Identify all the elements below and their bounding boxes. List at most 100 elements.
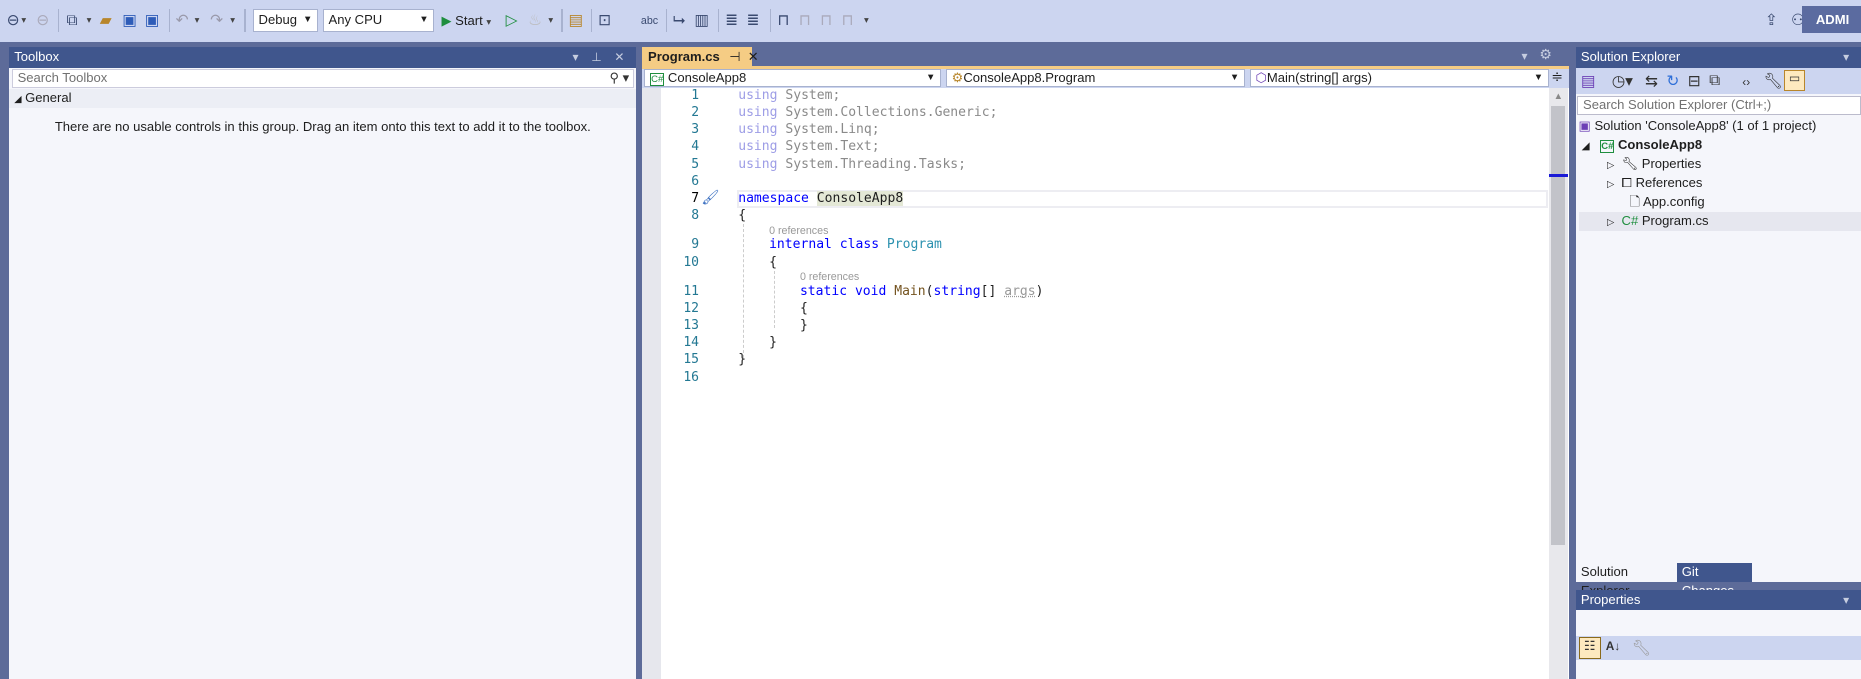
- gear-icon[interactable]: ⚙: [1539, 47, 1552, 63]
- comment-icon[interactable]: ≣: [725, 11, 738, 31]
- breakpoints-icon[interactable]: ▥: [694, 11, 709, 31]
- sync-icon[interactable]: ⇆: [1645, 72, 1658, 91]
- code-token: void: [854, 283, 887, 299]
- expanded-icon[interactable]: ◢: [1582, 141, 1589, 152]
- open-icon[interactable]: ▰: [100, 11, 112, 31]
- new-project-icon[interactable]: ⧉: [66, 11, 77, 31]
- code-line: using System.Threading.Tasks;: [738, 157, 966, 174]
- refresh-icon[interactable]: ↻: [1666, 72, 1679, 91]
- redo-icon[interactable]: ↷: [210, 11, 223, 31]
- line-number: 7: [691, 191, 700, 207]
- tab-program-cs[interactable]: Program.cs ⊣ ✕: [642, 47, 759, 68]
- scroll-up-icon[interactable]: ▲: [1549, 88, 1568, 102]
- play-icon: ▶: [441, 12, 452, 28]
- toolbox-empty-message: There are no usable controls in this gro…: [54, 118, 591, 134]
- code-token: using: [738, 156, 778, 172]
- account-button[interactable]: ADMI: [1801, 5, 1861, 34]
- collapsed-icon[interactable]: ▷: [1607, 217, 1614, 228]
- platform-select[interactable]: Any CPU ▼: [322, 9, 435, 33]
- method-icon: ⬡: [1255, 69, 1267, 85]
- search-icon[interactable]: ⚲ ▾: [610, 70, 630, 87]
- categorized-icon[interactable]: ☷: [1578, 637, 1602, 659]
- code-token: System.Collections.Generic;: [777, 105, 998, 121]
- configuration-select[interactable]: Debug ▼: [252, 9, 319, 33]
- history-icon[interactable]: ◷▾: [1612, 72, 1633, 91]
- tree-label: App.config: [1642, 194, 1705, 210]
- collapse-all-icon[interactable]: ⊟: [1688, 72, 1701, 91]
- wrench-icon[interactable]: 🔧︎: [1764, 72, 1784, 91]
- type-dropdown[interactable]: ⚙ConsoleApp8.Program ▼: [945, 68, 1245, 87]
- split-icon[interactable]: ≑: [1551, 69, 1563, 85]
- back-dropdown[interactable]: ▾: [21, 11, 26, 31]
- window-layout-icon[interactable]: ⊡: [598, 11, 611, 31]
- close-icon[interactable]: ✕: [748, 49, 759, 64]
- save-icon[interactable]: ▣: [122, 11, 137, 31]
- collapsed-icon[interactable]: ▷: [1607, 160, 1614, 171]
- hot-reload-icon[interactable]: ♨: [528, 11, 542, 31]
- tab-git-changes[interactable]: Git Changes: [1677, 562, 1752, 598]
- csharp-file-icon: C#: [1621, 213, 1639, 229]
- preview-icon[interactable]: ▭: [1783, 70, 1806, 92]
- bookmark-icon[interactable]: ⊓: [777, 11, 789, 31]
- find-in-files-icon[interactable]: ▤: [569, 11, 584, 31]
- prev-bookmark-icon[interactable]: ⊓: [799, 11, 811, 31]
- solution-search-input[interactable]: Search Solution Explorer (Ctrl+;): [1577, 96, 1861, 116]
- undo-icon[interactable]: ↶: [176, 11, 189, 31]
- share-icon[interactable]: ⇪: [1765, 11, 1778, 31]
- code-token: }: [769, 335, 777, 351]
- code-icon[interactable]: ‹›: [1742, 75, 1750, 89]
- member-dropdown[interactable]: ⬡Main(string[] args) ▼: [1249, 68, 1549, 87]
- toolbox-group-general[interactable]: ◢ General: [9, 88, 637, 108]
- tree-item-app-config[interactable]: 🗋︎ App.config: [1579, 193, 1861, 212]
- panel-controls[interactable]: ▾: [1843, 590, 1854, 610]
- code-token: []: [980, 283, 1005, 299]
- pin-icon[interactable]: ⊣: [729, 49, 740, 64]
- tree-item-properties[interactable]: ▷ 🔧︎ Properties: [1579, 155, 1861, 174]
- panel-controls[interactable]: ▾: [1843, 47, 1854, 67]
- tab-dropdown-icon[interactable]: ▾: [1522, 49, 1528, 63]
- show-all-files-icon[interactable]: ⧉: [1709, 72, 1720, 90]
- tab-solution-explorer[interactable]: Solution Explorer: [1576, 562, 1676, 598]
- references-icon: ⧠: [1621, 175, 1632, 191]
- code-token: using: [738, 122, 778, 138]
- project-value: ConsoleApp8: [667, 69, 747, 85]
- tree-label: ConsoleApp8: [1617, 137, 1703, 153]
- line-number: 16: [683, 369, 700, 385]
- switch-views-icon[interactable]: ▤: [1581, 72, 1596, 91]
- code-token: }: [799, 318, 808, 334]
- code-editor[interactable]: ▲: [642, 87, 1570, 679]
- property-pages-icon[interactable]: 🔧︎: [1632, 639, 1652, 658]
- spell-check-icon[interactable]: abc: [641, 11, 658, 31]
- forward-icon[interactable]: ⊖: [34, 11, 51, 31]
- step-icon[interactable]: ⮡: [673, 11, 685, 31]
- wrench-icon: 🔧︎: [1621, 156, 1639, 172]
- panel-controls[interactable]: ▾ ⊥ ✕: [572, 47, 629, 67]
- uncomment-icon[interactable]: ≣: [747, 11, 760, 31]
- scrollbar-thumb[interactable]: [1551, 105, 1566, 546]
- tree-label: Program.cs: [1641, 213, 1709, 229]
- start-button[interactable]: ▶ Start ▾: [442, 11, 492, 31]
- class-icon: ⚙: [951, 69, 964, 85]
- line-number: 1: [691, 87, 700, 103]
- toolbar-overflow[interactable]: ▾: [864, 11, 869, 31]
- code-token: System.Linq;: [777, 122, 880, 138]
- tree-item-references[interactable]: ▷ ⧠ References: [1579, 174, 1861, 193]
- start-without-debugging-icon[interactable]: ▷: [506, 11, 518, 31]
- next-bookmark-icon[interactable]: ⊓: [820, 11, 832, 31]
- alphabetical-icon[interactable]: A↓: [1606, 639, 1621, 653]
- toolbox-search-input[interactable]: Search Toolbox ⚲ ▾: [11, 68, 634, 88]
- tree-item-solution[interactable]: ▣ Solution 'ConsoleApp8' (1 of 1 project…: [1579, 117, 1861, 136]
- clear-bookmarks-icon[interactable]: ⊓: [841, 11, 853, 31]
- quick-actions-icon[interactable]: 🖌︎: [701, 190, 719, 206]
- solution-icon: ▣: [1578, 118, 1591, 134]
- tree-item-project[interactable]: ◢ C# ConsoleApp8: [1579, 136, 1861, 155]
- save-all-icon[interactable]: ▣: [145, 11, 160, 31]
- project-dropdown[interactable]: C# ConsoleApp8 ▼: [644, 68, 942, 87]
- configuration-value: Debug: [258, 12, 297, 28]
- back-icon[interactable]: ⊖: [5, 11, 22, 31]
- collapsed-icon[interactable]: ▷: [1607, 179, 1614, 190]
- tree-item-program-cs[interactable]: ▷ C# Program.cs: [1578, 212, 1861, 232]
